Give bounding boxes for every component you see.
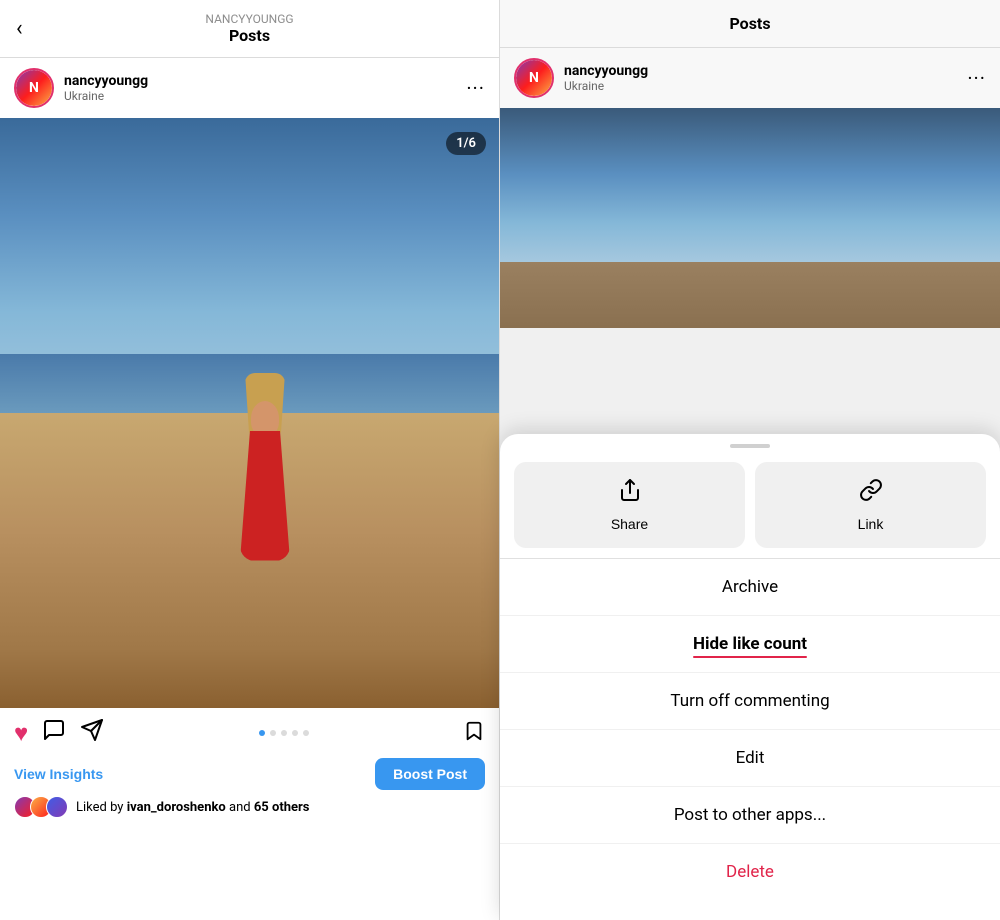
view-insights-button[interactable]: View Insights bbox=[14, 766, 103, 782]
like-button[interactable]: ♥ bbox=[14, 719, 28, 748]
bookmark-button[interactable] bbox=[463, 720, 485, 746]
action-left: ♥ bbox=[14, 718, 104, 748]
likes-text: Liked by ivan_doroshenko and 65 others bbox=[76, 800, 309, 815]
dot-active bbox=[259, 730, 265, 736]
header-title: Posts bbox=[205, 26, 293, 45]
right-post-header: N nancyyoungg Ukraine ··· bbox=[500, 48, 1000, 108]
dot-2 bbox=[270, 730, 276, 736]
menu-item-post-to-other-apps[interactable]: Post to other apps... bbox=[500, 787, 1000, 844]
right-avatar-image: N bbox=[516, 60, 552, 96]
action-bar: ♥ bbox=[0, 708, 499, 758]
link-label: Link bbox=[858, 516, 884, 532]
bottom-sheet: Share Link ArchiveHide like countTurn of… bbox=[500, 434, 1000, 920]
share-label: Share bbox=[611, 516, 648, 532]
link-action-button[interactable]: Link bbox=[755, 462, 986, 548]
right-header: Posts bbox=[500, 0, 1000, 48]
right-post-location: Ukraine bbox=[564, 79, 648, 93]
post-actions-row: View Insights Boost Post bbox=[0, 758, 499, 796]
image-counter: 1/6 bbox=[446, 132, 486, 155]
more-options-button[interactable]: ··· bbox=[466, 76, 485, 100]
right-user-details: nancyyoungg Ukraine bbox=[564, 63, 648, 93]
header-titles: NANCYYOUNGG Posts bbox=[205, 12, 293, 45]
likes-row: Liked by ivan_doroshenko and 65 others bbox=[0, 796, 499, 826]
likes-avatars bbox=[14, 796, 68, 818]
share-icon bbox=[618, 478, 642, 508]
post-image: 1/6 bbox=[0, 118, 500, 708]
sheet-menu: ArchiveHide like countTurn off commentin… bbox=[500, 559, 1000, 900]
sheet-top-row: Share Link bbox=[500, 462, 1000, 558]
left-header: ‹ NANCYYOUNGG Posts bbox=[0, 0, 499, 58]
post-username: nancyyoungg bbox=[64, 73, 148, 89]
share-button[interactable] bbox=[80, 718, 104, 748]
menu-item-hide-like-count[interactable]: Hide like count bbox=[500, 616, 1000, 673]
post-user-row: N nancyyoungg Ukraine ··· bbox=[0, 58, 499, 118]
menu-item-archive[interactable]: Archive bbox=[500, 559, 1000, 616]
user-details: nancyyoungg Ukraine bbox=[64, 73, 148, 103]
right-panel: Posts N nancyyoungg Ukraine ··· bbox=[500, 0, 1000, 920]
share-action-button[interactable]: Share bbox=[514, 462, 745, 548]
post-image-bg bbox=[0, 118, 500, 708]
carousel-dots bbox=[259, 730, 309, 736]
dot-3 bbox=[281, 730, 287, 736]
back-button[interactable]: ‹ bbox=[16, 16, 23, 41]
dot-5 bbox=[303, 730, 309, 736]
dot-4 bbox=[292, 730, 298, 736]
menu-item-delete[interactable]: Delete bbox=[500, 844, 1000, 900]
right-post-sky bbox=[500, 108, 1000, 273]
left-panel: ‹ NANCYYOUNGG Posts N nancyyoungg Ukrain… bbox=[0, 0, 500, 920]
comment-button[interactable] bbox=[42, 718, 66, 748]
boost-post-button[interactable]: Boost Post bbox=[375, 758, 485, 790]
header-username: NANCYYOUNGG bbox=[205, 12, 293, 26]
right-post-info: N nancyyoungg Ukraine bbox=[514, 58, 648, 98]
figure-head bbox=[251, 401, 279, 436]
menu-item-edit[interactable]: Edit bbox=[500, 730, 1000, 787]
sheet-handle bbox=[730, 444, 770, 448]
right-post-username: nancyyoungg bbox=[564, 63, 648, 79]
link-icon bbox=[859, 478, 883, 508]
avatar-image: N bbox=[16, 70, 52, 106]
right-post-image-area bbox=[500, 108, 1000, 328]
right-header-title: Posts bbox=[729, 14, 770, 33]
figure-body bbox=[240, 431, 290, 561]
right-more-options-button[interactable]: ··· bbox=[967, 66, 986, 90]
post-location: Ukraine bbox=[64, 89, 148, 103]
avatar[interactable]: N bbox=[14, 68, 54, 108]
menu-item-turn-off-commenting[interactable]: Turn off commenting bbox=[500, 673, 1000, 730]
figure bbox=[225, 361, 305, 561]
right-post-beach bbox=[500, 262, 1000, 328]
post-user-info: N nancyyoungg Ukraine bbox=[14, 68, 148, 108]
right-avatar[interactable]: N bbox=[514, 58, 554, 98]
likes-avatar-3 bbox=[46, 796, 68, 818]
